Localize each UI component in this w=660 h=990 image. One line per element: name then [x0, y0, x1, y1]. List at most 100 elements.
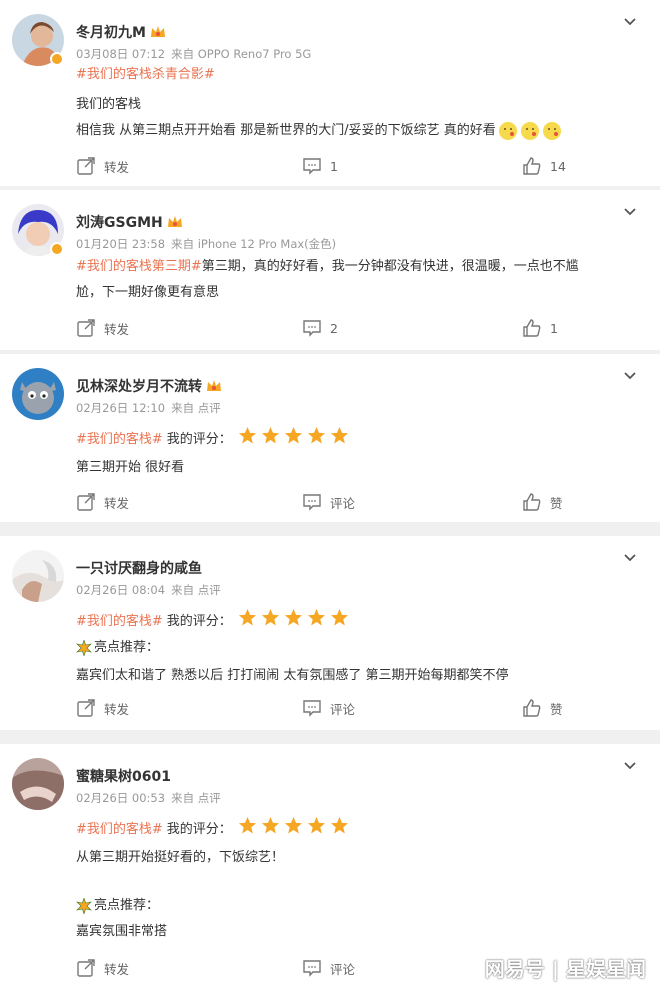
comment-label: 评论: [330, 701, 356, 717]
post-body: #我们的客栈# 我的评分： 亮点推荐： 嘉宾们太和谐了 熟悉以后 打打闹闹 太有氛…: [76, 608, 640, 687]
post-meta: 02月26日 12:10 来自 点评: [76, 400, 221, 416]
hashtag-link[interactable]: #我们的客栈第三期#: [76, 256, 202, 278]
kiss-emoji-icon: [542, 121, 562, 141]
comment-label: 评论: [330, 495, 356, 511]
avatar[interactable]: [12, 758, 64, 810]
forward-button[interactable]: 转发: [76, 318, 129, 338]
username-text[interactable]: 见林深处岁月不流转: [76, 376, 202, 396]
chevron-down-icon[interactable]: [622, 14, 638, 30]
action-bar: 转发 评论 赞: [0, 698, 660, 722]
forward-icon: [76, 958, 96, 978]
like-button[interactable]: 赞: [522, 492, 563, 512]
post-text: 尬，下一期好像更有意思: [76, 285, 220, 300]
thumbs-up-icon: [522, 156, 542, 176]
username-text[interactable]: 一只讨厌翻身的咸鱼: [76, 558, 202, 578]
chevron-down-icon[interactable]: [622, 204, 638, 220]
avatar[interactable]: [12, 550, 64, 602]
forward-button[interactable]: 转发: [76, 492, 129, 512]
like-label: 赞: [550, 495, 563, 511]
username-text[interactable]: 蜜糖果树0601: [76, 766, 171, 786]
star-icon: [261, 608, 280, 627]
rating-label: 我的评分：: [166, 821, 232, 837]
like-button[interactable]: 赞: [522, 698, 563, 718]
comment-button[interactable]: 评论: [302, 698, 355, 718]
username[interactable]: 一只讨厌翻身的咸鱼: [76, 558, 202, 578]
action-bar: 转发 评论 赞: [0, 492, 660, 516]
thumbs-up-icon: [522, 318, 542, 338]
avatar[interactable]: [12, 368, 64, 420]
comment-count: 2: [330, 320, 338, 336]
hashtag-link[interactable]: #我们的客栈杀青合影#: [76, 64, 215, 86]
hashtag-link[interactable]: #我们的客栈#: [76, 429, 163, 451]
post-text: 相信我 从第三期点开开始看 那是新世界的大门/妥妥的下饭综艺 真的好看: [76, 123, 496, 138]
comment-button[interactable]: 评论: [302, 958, 355, 978]
post-date: 02月26日 12:10: [76, 401, 166, 415]
verified-badge-icon: [50, 242, 64, 256]
highlight-label: 亮点推荐：: [94, 640, 160, 655]
star-icon: [330, 426, 349, 445]
post-meta: 03月08日 07:12 来自 OPPO Reno7 Pro 5G: [76, 46, 311, 62]
forward-icon: [76, 318, 96, 338]
post-body: #我们的客栈# 我的评分： 第三期开始 很好看: [76, 426, 640, 479]
star-icon: [307, 816, 326, 835]
post-text: 我们的客栈: [76, 97, 142, 112]
comment-button[interactable]: 评论: [302, 492, 355, 512]
username[interactable]: 冬月初九M: [76, 22, 166, 42]
post-text: 第三期开始 很好看: [76, 460, 185, 475]
kiss-emoji-icon: [520, 121, 540, 141]
username-text[interactable]: 冬月初九M: [76, 22, 146, 42]
star-icon: [284, 816, 303, 835]
post-meta: 01月20日 23:58 来自 iPhone 12 Pro Max(金色): [76, 236, 336, 252]
verified-badge-icon: [50, 52, 64, 66]
chevron-down-icon[interactable]: [622, 368, 638, 384]
username-text[interactable]: 刘涛GSGMH: [76, 212, 163, 232]
forward-button[interactable]: 转发: [76, 698, 129, 718]
comment-button[interactable]: 2: [302, 318, 338, 338]
thumbs-up-icon: [522, 698, 542, 718]
comment-count: 1: [330, 158, 338, 174]
post-source: 来自 iPhone 12 Pro Max(金色): [171, 237, 337, 251]
chevron-down-icon[interactable]: [622, 758, 638, 774]
post-date: 03月08日 07:12: [76, 47, 166, 61]
rating-stars: [238, 426, 353, 453]
username[interactable]: 见林深处岁月不流转: [76, 376, 222, 396]
forward-label: 转发: [104, 701, 130, 717]
star-icon: [238, 816, 257, 835]
star-icon: [330, 608, 349, 627]
comment-card: 刘涛GSGMH 01月20日 23:58 来自 iPhone 12 Pro Max…: [0, 190, 660, 350]
hashtag-link[interactable]: #我们的客栈#: [76, 611, 163, 633]
forward-label: 转发: [104, 495, 130, 511]
chevron-down-icon[interactable]: [622, 550, 638, 566]
post-text: 从第三期开始挺好看的，下饭综艺！: [76, 850, 285, 865]
forward-icon: [76, 698, 96, 718]
sparkle-icon: [76, 898, 92, 914]
comment-icon: [302, 958, 322, 978]
hashtag-link[interactable]: #我们的客栈#: [76, 819, 163, 841]
like-button[interactable]: 1: [522, 318, 558, 338]
comment-card: 见林深处岁月不流转 02月26日 12:10 来自 点评 #我们的客栈# 我的评分：…: [0, 354, 660, 522]
action-bar: 转发 1 14: [0, 156, 660, 180]
thumbs-up-icon: [522, 492, 542, 512]
post-source: 来自 点评: [171, 583, 221, 597]
crown-icon: [206, 379, 222, 393]
comment-button[interactable]: 1: [302, 156, 338, 176]
highlight-label: 亮点推荐：: [94, 898, 160, 913]
rating-label: 我的评分：: [166, 613, 232, 629]
username[interactable]: 蜜糖果树0601: [76, 766, 171, 786]
comment-label: 评论: [330, 961, 356, 977]
forward-button[interactable]: 转发: [76, 156, 129, 176]
forward-button[interactable]: 转发: [76, 958, 129, 978]
star-icon: [261, 426, 280, 445]
like-button[interactable]: 14: [522, 156, 566, 176]
username[interactable]: 刘涛GSGMH: [76, 212, 183, 232]
post-body: #我们的客栈杀青合影# 我们的客栈 相信我 从第三期点开开始看 那是新世界的大门…: [76, 64, 640, 142]
sparkle-icon: [76, 640, 92, 656]
comment-icon: [302, 156, 322, 176]
post-source: 来自 点评: [171, 791, 221, 805]
forward-icon: [76, 156, 96, 176]
star-icon: [261, 816, 280, 835]
post-meta: 02月26日 00:53 来自 点评: [76, 790, 221, 806]
post-text: 嘉宾们太和谐了 熟悉以后 打打闹闹 太有氛围感了 第三期开始每期都笑不停: [76, 668, 509, 683]
star-icon: [238, 608, 257, 627]
post-source: 来自 点评: [171, 401, 221, 415]
